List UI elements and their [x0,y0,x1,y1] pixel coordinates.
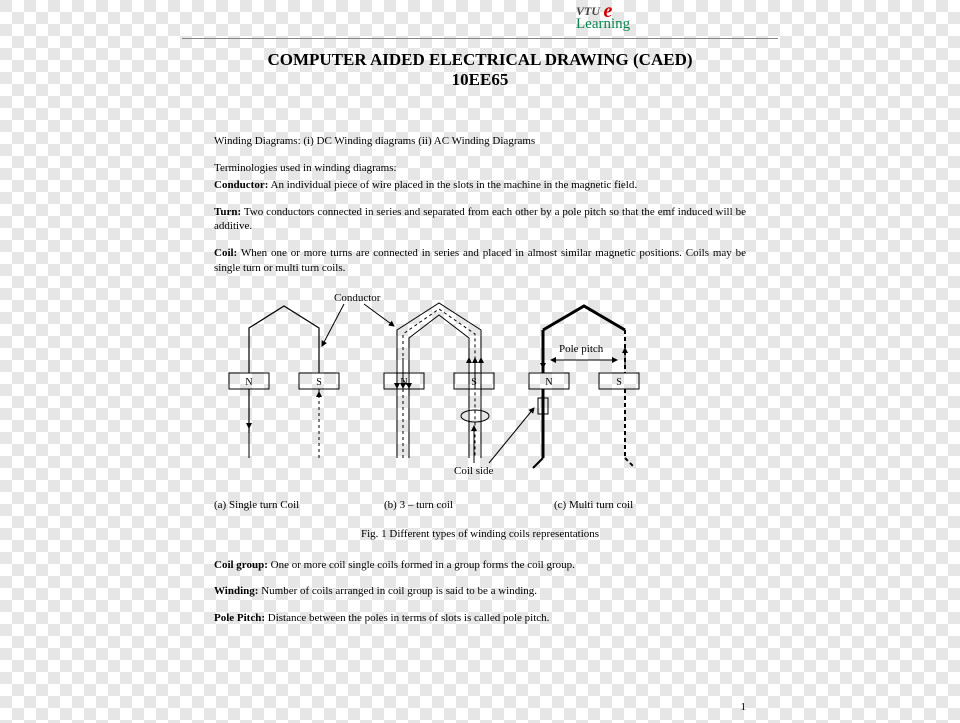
logo-learning: Learning [576,17,630,31]
def-turn-label: Turn: [214,206,241,218]
course-code: 10EE65 [0,70,960,90]
def-turn-text: Two conductors connected in series and s… [214,206,746,233]
def-winding-label: Winding: [214,585,258,597]
figure-caption: Fig. 1 Different types of winding coils … [214,527,746,542]
def-coil-label: Coil: [214,247,237,259]
terminology-heading: Terminologies used in winding diagrams: [214,161,746,176]
def-conductor-label: Conductor: [214,179,268,191]
winding-diagram: N S Conductor N [214,288,746,488]
pole-north: N [400,377,407,388]
caption-a: (a) Single turn Coil [214,498,384,513]
three-turn-coil: N S [384,303,494,458]
def-winding-text: Number of coils arranged in coil group i… [258,585,537,597]
label-pole-pitch: Pole pitch [559,343,604,355]
def-pole-pitch: Pole Pitch: Distance between the poles i… [214,611,746,626]
caption-c: (c) Multi turn coil [554,498,633,513]
def-winding: Winding: Number of coils arranged in coi… [214,584,746,599]
single-turn-coil: N S [229,306,339,458]
def-pole-pitch-label: Pole Pitch: [214,612,265,624]
def-coil-group: Coil group: One or more coil single coil… [214,558,746,573]
pole-south: S [471,377,477,388]
def-coil: Coil: When one or more turns are connect… [214,246,746,276]
brand-logo: VTU e Learning [576,4,630,31]
caption-b: (b) 3 – turn coil [384,498,554,513]
label-coil-side: Coil side [454,465,494,477]
def-coil-group-text: One or more coil single coils formed in … [268,559,575,571]
def-turn: Turn: Two conductors connected in series… [214,205,746,235]
def-coil-text: When one or more turns are connected in … [214,247,746,274]
pole-north: N [245,377,252,388]
pole-south: S [616,377,622,388]
page-title: COMPUTER AIDED ELECTRICAL DRAWING (CAED) [0,50,960,70]
intro-line: Winding Diagrams: (i) DC Winding diagram… [214,134,746,149]
def-conductor: Conductor: An individual piece of wire p… [214,178,746,193]
document-body: Winding Diagrams: (i) DC Winding diagram… [214,134,746,638]
def-pole-pitch-text: Distance between the poles in terms of s… [265,612,549,624]
multi-turn-coil: N S [529,306,639,468]
pole-north: N [545,377,552,388]
label-conductor: Conductor [334,292,381,304]
def-conductor-text: An individual piece of wire placed in th… [268,179,637,191]
page-number: 1 [741,701,747,713]
header-divider [182,38,778,39]
subfigure-captions: (a) Single turn Coil (b) 3 – turn coil (… [214,498,746,513]
def-coil-group-label: Coil group: [214,559,268,571]
pole-south: S [316,377,322,388]
